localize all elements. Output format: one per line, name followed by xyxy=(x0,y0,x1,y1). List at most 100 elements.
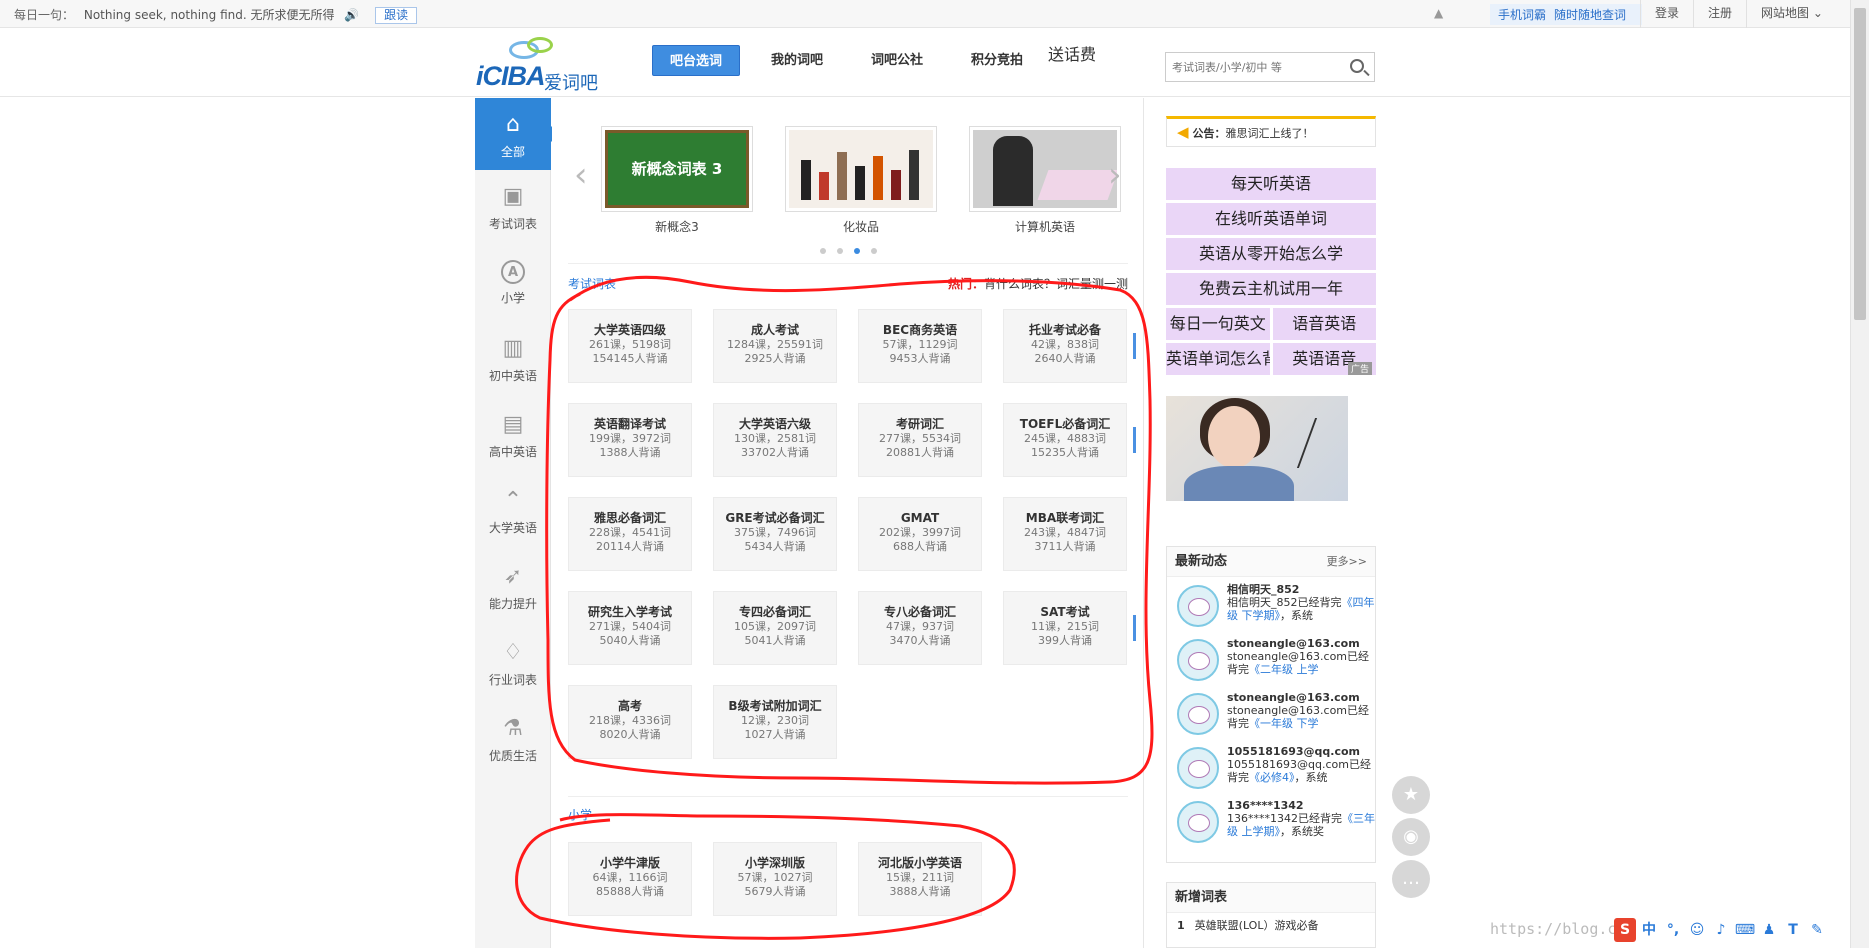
sidebar-item-ability[interactable]: ➶ 能力提升 xyxy=(475,550,551,626)
wordlist-card[interactable]: SAT考试 11课，215词 399人背诵 xyxy=(1003,591,1127,665)
wordlist-card[interactable]: GMAT 202课，3997词 688人背诵 xyxy=(858,497,982,571)
exam-section-title[interactable]: 考试词表 xyxy=(568,277,616,291)
card-stat: 245课，4883词 xyxy=(1024,432,1106,445)
nav-community[interactable]: 词吧公社 xyxy=(854,45,940,76)
avatar[interactable] xyxy=(1177,693,1219,735)
ad-link[interactable]: 语音英语 xyxy=(1272,308,1376,340)
wordlist-card[interactable]: TOEFL必备词汇 245课，4883词 15235人背诵 xyxy=(1003,403,1127,477)
ad-link[interactable]: 免费云主机试用一年 xyxy=(1166,273,1376,305)
avatar[interactable] xyxy=(1177,585,1219,627)
wordlist-card[interactable]: 大学英语四级 261课，5198词 154145人背诵 xyxy=(568,309,692,383)
punctuation-icon[interactable]: °, xyxy=(1662,918,1684,942)
ad-link[interactable]: 在线听英语单词 xyxy=(1166,203,1376,235)
carousel-slide[interactable]: 化妆品 xyxy=(785,126,937,235)
sidebar-item-junior[interactable]: ▥ 初中英语 xyxy=(475,322,551,398)
feed-user[interactable]: stoneangle@163.com xyxy=(1227,631,1375,650)
wordlist-card[interactable]: 大学英语六级 130课，2581词 33702人背诵 xyxy=(713,403,837,477)
iciba-logo[interactable]: iCIBA 爱词吧 xyxy=(476,37,604,94)
sidebar-item-senior[interactable]: ▤ 高中英语 xyxy=(475,398,551,474)
register-link[interactable]: 注册 xyxy=(1693,0,1746,28)
sidebar-item-exam[interactable]: ▣ 考试词表 xyxy=(475,170,551,246)
wordlist-card[interactable]: MBA联考词汇 243课，4847词 3711人背诵 xyxy=(1003,497,1127,571)
chevron-left-icon[interactable]: ‹ xyxy=(574,158,588,192)
wrench-icon[interactable]: ✎ xyxy=(1806,918,1828,942)
ad-link[interactable]: 英语单词怎么背 xyxy=(1166,343,1270,375)
speaker-icon[interactable]: 🔊 xyxy=(344,8,359,22)
wordlist-card[interactable]: B级考试附加词汇 12课，230词 1027人背诵 xyxy=(713,685,837,759)
announcement[interactable]: ◀ 公告：雅思词汇上线了！ xyxy=(1166,116,1376,147)
sitemap-link[interactable]: 网站地图 ⌄ xyxy=(1746,0,1837,28)
sidebar-item-life[interactable]: ⚗ 优质生活 xyxy=(475,702,551,778)
hot-text: 背什么词表？词汇量测一测 xyxy=(983,277,1128,291)
carousel-slide[interactable]: 计算机英语 xyxy=(969,126,1121,235)
sidebar-item-college[interactable]: ⌃ 大学英语 xyxy=(475,474,551,550)
sogou-icon[interactable]: S xyxy=(1614,918,1636,942)
wordlist-card[interactable]: 高考 218课，4336词 8020人背诵 xyxy=(568,685,692,759)
new-wordlist-item[interactable]: 1 英雄联盟(LOL）游戏必备 xyxy=(1167,913,1375,939)
open-book-icon: ▥ xyxy=(502,336,524,361)
wordlist-card[interactable]: 托业考试必备 42课，838词 2640人背诵 xyxy=(1003,309,1127,383)
feed-book[interactable]: 《一年级 下学 xyxy=(1249,717,1319,730)
ad-row: 英语从零开始怎么学 xyxy=(1166,238,1376,270)
scrollbar-thumb[interactable] xyxy=(1854,8,1866,320)
chinese-mode-icon[interactable]: 中 xyxy=(1638,918,1660,942)
carousel-dot[interactable] xyxy=(871,248,877,254)
ad-link[interactable]: 每日一句英文 xyxy=(1166,308,1270,340)
ad-link[interactable]: 英语从零开始怎么学 xyxy=(1166,238,1376,270)
wordlist-card[interactable]: 小学牛津版 64课，1166词 85888人背诵 xyxy=(568,842,692,916)
feed-user[interactable]: 136****1342 xyxy=(1227,793,1375,812)
wordlist-card[interactable]: BEC商务英语 57课，1129词 9453人背诵 xyxy=(858,309,982,383)
more-link[interactable]: 更多>> xyxy=(1327,547,1367,577)
skin-icon[interactable]: ♟ xyxy=(1758,918,1780,942)
primary-section-title[interactable]: 小学 xyxy=(568,808,592,822)
feed-user[interactable]: 1055181693@qq.com xyxy=(1227,739,1375,758)
sidebar-item-all[interactable]: ⌂ 全部 xyxy=(475,98,559,170)
follow-read-button[interactable]: 跟读 xyxy=(375,7,418,24)
wordlist-card[interactable]: 专八必备词汇 47课，937词 3470人背诵 xyxy=(858,591,982,665)
mobile-app-link[interactable]: 手机词霸 随时随地查词 xyxy=(1490,4,1643,25)
feed-text: 1055181693@qq.com已经背完《必修4》，系统 xyxy=(1227,758,1375,784)
login-link[interactable]: 登录 xyxy=(1640,0,1693,28)
wordlist-card[interactable]: GRE考试必备词汇 375课，7496词 5434人背诵 xyxy=(713,497,837,571)
ad-banner-image[interactable] xyxy=(1166,396,1348,501)
wordlist-card[interactable]: 小学深圳版 57课，1027词 5679人背诵 xyxy=(713,842,837,916)
feed-user[interactable]: stoneangle@163.com xyxy=(1227,685,1375,704)
card-name: 考研词汇 xyxy=(895,417,944,431)
wordlist-card[interactable]: 专四必备词汇 105课，2097词 5041人背诵 xyxy=(713,591,837,665)
carousel-dot[interactable] xyxy=(820,248,826,254)
avatar[interactable] xyxy=(1177,639,1219,681)
wordlist-card[interactable]: 英语翻译考试 199课，3972词 1388人背诵 xyxy=(568,403,692,477)
search-input[interactable] xyxy=(1166,53,1336,81)
wordlist-card[interactable]: 成人考试 1284课，25591词 2925人背诵 xyxy=(713,309,837,383)
nav-points-auction[interactable]: 积分竞拍 xyxy=(954,45,1040,76)
carousel-slide[interactable]: 新概念词表 3 新概念3 xyxy=(601,126,753,235)
wordlist-card[interactable]: 河北版小学英语 15课，211词 3888人背诵 xyxy=(858,842,982,916)
ad-link[interactable]: 每天听英语 xyxy=(1166,168,1376,200)
wordlist-card[interactable]: 研究生入学考试 271课，5404词 5040人背诵 xyxy=(568,591,692,665)
feed-book[interactable]: 《必修4》 xyxy=(1249,771,1295,784)
sidebar-item-primary[interactable]: A 小学 xyxy=(475,246,551,322)
sidebar-item-industry[interactable]: ♢ 行业词表 xyxy=(475,626,551,702)
nav-select-words[interactable]: 吧台选词 xyxy=(652,45,741,76)
shirt-icon[interactable]: T xyxy=(1782,918,1804,942)
emoji-icon[interactable]: ☺ xyxy=(1686,918,1708,942)
avatar[interactable] xyxy=(1177,747,1219,789)
wordlist-card[interactable]: 考研词汇 277课，5534词 20881人背诵 xyxy=(858,403,982,477)
star-icon[interactable]: ★ xyxy=(1392,776,1430,814)
feed-book[interactable]: 《二年级 上学 xyxy=(1249,663,1319,676)
microphone-icon[interactable]: ♪ xyxy=(1710,918,1732,942)
avatar[interactable] xyxy=(1177,801,1219,843)
carousel-dot-active[interactable] xyxy=(854,248,860,254)
panel-header: 新增词表 xyxy=(1167,883,1375,913)
carousel-dot[interactable] xyxy=(837,248,843,254)
page-scrollbar[interactable] xyxy=(1850,0,1869,948)
wordlist-card[interactable]: 雅思必备词汇 228课，4541词 20114人背诵 xyxy=(568,497,692,571)
qq-icon[interactable]: ◉ xyxy=(1392,818,1430,856)
nav-my-words[interactable]: 我的词吧 xyxy=(754,45,840,76)
search-icon[interactable] xyxy=(1350,59,1364,73)
chat-icon[interactable]: … xyxy=(1392,860,1430,898)
hot-links[interactable]: 热门：背什么词表？词汇量测一测 xyxy=(948,275,1128,292)
keyboard-icon[interactable]: ⌨ xyxy=(1734,918,1756,942)
feed-user[interactable]: 相信明天_852 xyxy=(1227,577,1375,596)
panel-title: 最新动态 xyxy=(1175,554,1228,569)
